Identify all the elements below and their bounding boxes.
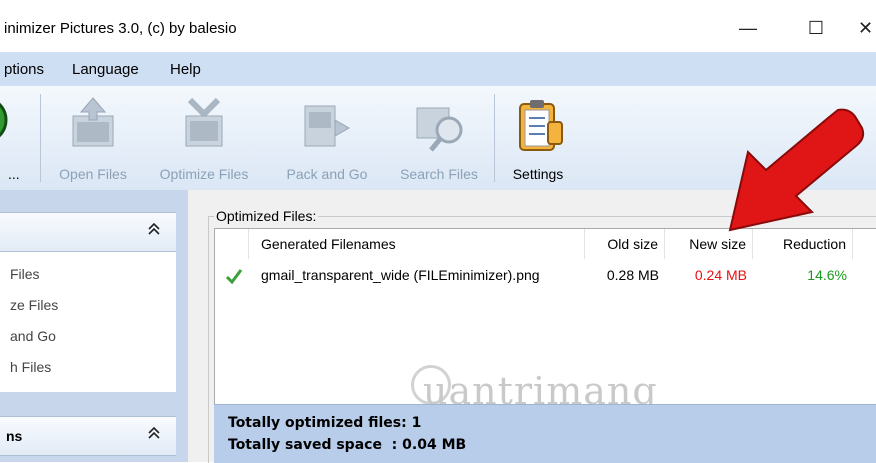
row-reduction: 14.6% (807, 267, 847, 283)
row-filename: gmail_transparent_wide (FILEminimizer).p… (261, 267, 540, 283)
row-old-size: 0.28 MB (606, 267, 659, 283)
toolbar-first-label: ... (8, 166, 20, 182)
menu-help[interactable]: Help (170, 61, 201, 78)
summary-saved-space: Totally saved space : 0.04 MB (228, 437, 467, 453)
summary-optimized-count: Totally optimized files: 1 (228, 415, 422, 431)
open-files-button[interactable]: Open Files (48, 86, 138, 190)
open-files-icon (72, 97, 114, 147)
check-icon (225, 269, 243, 285)
maximize-button[interactable]: ☐ (796, 10, 836, 46)
search-files-icon (416, 107, 463, 152)
row-new-size: 0.24 MB (694, 267, 747, 283)
green-circle-icon (0, 102, 8, 138)
minimize-button[interactable]: — (728, 10, 768, 46)
settings-button[interactable]: Settings (500, 86, 576, 190)
optimized-files-label: Optimized Files: (214, 208, 319, 224)
menu-bar: ptions Language Help (0, 52, 876, 86)
optimize-files-button[interactable]: Optimize Files (150, 86, 258, 190)
sidebar-link-search-files[interactable]: h Files (10, 359, 51, 375)
settings-icon (519, 100, 563, 151)
sidebar-link-optimize-files[interactable]: ze Files (10, 297, 58, 313)
optimize-files-icon (185, 97, 223, 147)
search-files-button[interactable]: Search Files (390, 86, 488, 190)
column-header-status[interactable] (215, 229, 249, 259)
menu-language[interactable]: Language (72, 61, 139, 78)
sidebar: Files ze Files and Go h Files ns (0, 190, 188, 462)
chevron-double-up-icon[interactable] (148, 222, 160, 239)
pack-and-go-icon (304, 105, 351, 147)
optimized-files-list[interactable]: Generated Filenames Old size New size Re… (214, 228, 876, 413)
open-files-label: Open Files (59, 166, 127, 182)
sidebar-panel-header[interactable]: ns (0, 416, 176, 456)
sidebar-link-pack-and-go[interactable]: and Go (10, 328, 56, 344)
sidebar-panel-body: Files ze Files and Go h Files (0, 252, 176, 392)
sidebar-panel-title: ns (6, 428, 23, 444)
window-title: inimizer Pictures 3.0, (c) by balesio (4, 20, 237, 37)
sidebar-link-open-files[interactable]: Files (10, 266, 40, 282)
column-header-old-size[interactable]: Old size (585, 229, 665, 259)
summary-panel: Totally optimized files: 1 Totally saved… (214, 404, 876, 463)
optimize-files-label: Optimize Files (159, 166, 249, 182)
toolbar-first-button[interactable]: ... (0, 86, 28, 190)
toolbar-separator (494, 94, 495, 182)
close-button[interactable]: ✕ (858, 10, 876, 46)
title-bar: inimizer Pictures 3.0, (c) by balesio — … (0, 0, 876, 52)
pack-and-go-button[interactable]: Pack and Go (272, 86, 382, 190)
search-files-label: Search Files (400, 166, 478, 182)
red-arrow-icon (728, 108, 865, 232)
toolbar-separator (40, 94, 41, 182)
settings-label: Settings (512, 166, 564, 182)
chevron-double-up-icon[interactable] (148, 426, 160, 443)
column-header-filename[interactable]: Generated Filenames (249, 229, 585, 259)
pack-and-go-label: Pack and Go (286, 166, 368, 182)
menu-options[interactable]: ptions (4, 61, 44, 78)
sidebar-panel-header[interactable] (0, 212, 176, 252)
